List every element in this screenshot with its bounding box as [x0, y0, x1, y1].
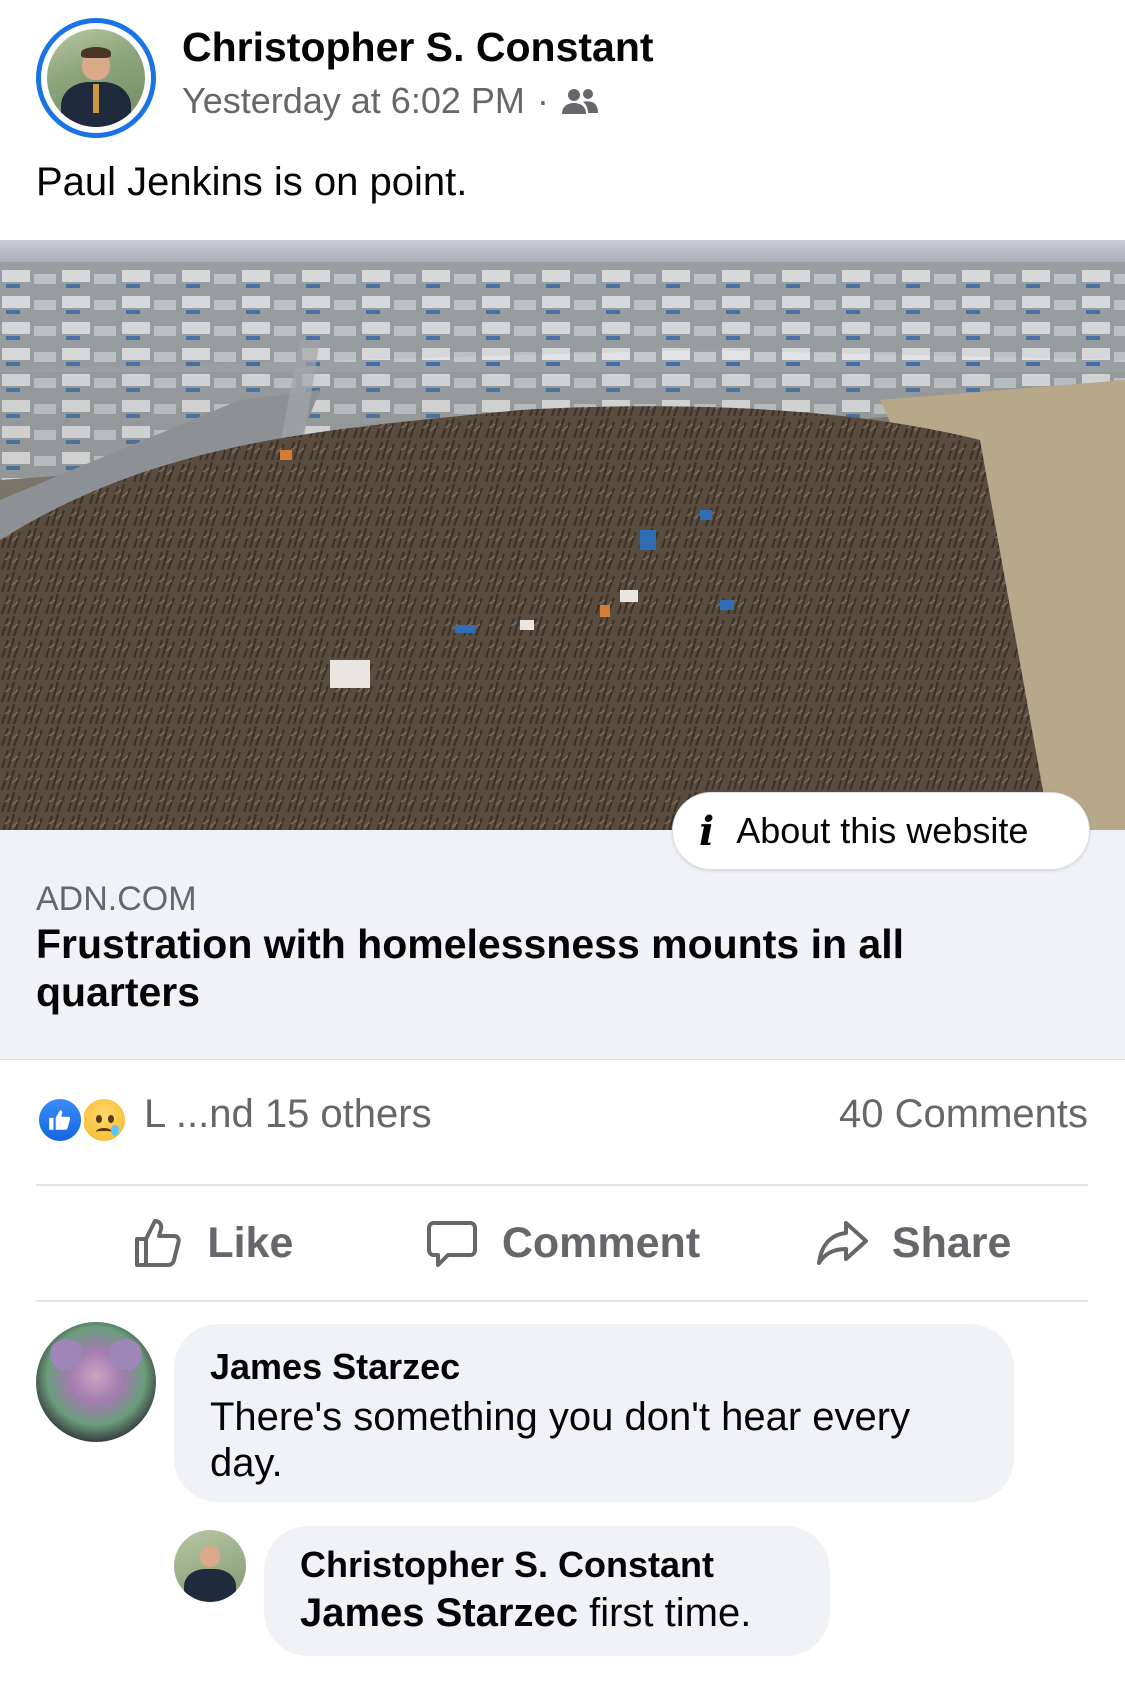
- about-website-button[interactable]: i About this website: [672, 792, 1090, 870]
- reaction-summary-text[interactable]: L ...nd 15 others: [144, 1092, 432, 1137]
- post-meta: Yesterday at 6:02 PM ·: [182, 80, 599, 122]
- comment-text: There's something you don't hear every d…: [210, 1395, 911, 1485]
- comment-bubble-icon: [426, 1221, 477, 1267]
- link-preview-card[interactable]: i About this website ADN.COM Frustration…: [0, 240, 1125, 1060]
- reactions-summary: L ...nd 15 others 40 Comments: [36, 1090, 1088, 1152]
- comment-bubble[interactable]: James Starzec There's something you don'…: [174, 1324, 1014, 1502]
- comments-count[interactable]: 40 Comments: [839, 1092, 1088, 1137]
- author-name[interactable]: Christopher S. Constant: [182, 24, 654, 71]
- author-avatar[interactable]: [36, 18, 156, 138]
- comment-button[interactable]: Comment: [387, 1186, 738, 1300]
- reply-bubble[interactable]: Christopher S. Constant James Starzec fi…: [264, 1526, 830, 1656]
- post-text: Paul Jenkins is on point.: [36, 160, 468, 204]
- reply-author[interactable]: Christopher S. Constant: [300, 1544, 794, 1586]
- share-label: Share: [891, 1218, 1012, 1267]
- friends-icon: [561, 89, 598, 114]
- like-reaction-icon[interactable]: [36, 1096, 84, 1144]
- reply-body: first time.: [577, 1591, 752, 1635]
- meta-separator: ·: [536, 80, 549, 121]
- post-timestamp[interactable]: Yesterday at 6:02 PM: [182, 80, 525, 122]
- info-icon: i: [699, 807, 715, 855]
- thumbs-up-icon: [135, 1219, 182, 1267]
- reply-text: James Starzec first time.: [300, 1590, 794, 1636]
- about-website-label: About this website: [736, 810, 1029, 851]
- like-label: Like: [207, 1218, 294, 1267]
- comment-label: Comment: [501, 1218, 701, 1267]
- post-actions: Like Comment Share: [36, 1186, 1088, 1300]
- commenter-avatar[interactable]: [36, 1322, 156, 1442]
- replier-avatar[interactable]: [174, 1530, 246, 1602]
- share-button[interactable]: Share: [737, 1186, 1088, 1300]
- link-domain: ADN.COM: [36, 880, 197, 918]
- comment-author[interactable]: James Starzec: [210, 1346, 978, 1388]
- share-arrow-icon: [816, 1221, 868, 1265]
- link-preview-image[interactable]: [0, 240, 1125, 830]
- like-button[interactable]: Like: [36, 1186, 387, 1300]
- divider: [36, 1300, 1088, 1302]
- reply-mention[interactable]: James Starzec: [300, 1591, 578, 1635]
- post-header: Christopher S. Constant Yesterday at 6:0…: [36, 18, 1096, 138]
- sad-reaction-icon[interactable]: [80, 1096, 128, 1144]
- link-title[interactable]: Frustration with homelessness mounts in …: [36, 920, 1036, 1016]
